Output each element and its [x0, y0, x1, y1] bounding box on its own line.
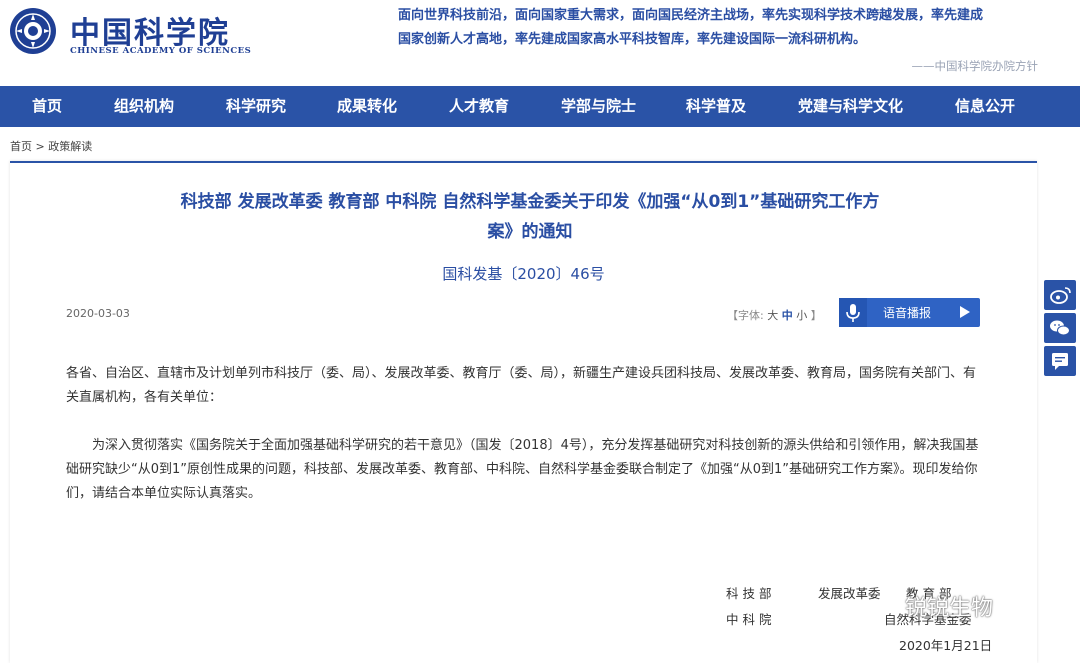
weibo-share-button[interactable] — [1044, 280, 1076, 310]
document-number: 国科发基〔2020〕46号 — [442, 265, 605, 283]
audio-broadcast-label: 语音播报 — [883, 306, 932, 320]
comment-button[interactable] — [1044, 346, 1076, 376]
nav-item-research[interactable]: 科学研究 — [226, 86, 286, 127]
article-panel: 科技部 发展改革委 教育部 中科院 自然科学基金委关于印发《加强“从0到1”基础… — [10, 161, 1037, 663]
motto-line-2: 国家创新人才高地，率先建成国家高水平科技智库，率先建设国际一流科研机构。 — [398, 32, 867, 47]
motto-source: ——中国科学院办院方针 — [911, 59, 1039, 73]
signature-ndrc: 发展改革委 — [818, 586, 881, 601]
font-size-suffix: 】 — [810, 309, 822, 322]
logo-english-text: CHINESE ACADEMY OF SCIENCES — [70, 46, 252, 56]
wechat-share-button[interactable] — [1044, 313, 1076, 343]
watermark-text: 锐锐生物 — [905, 596, 994, 621]
audio-broadcast-button[interactable]: 语音播报 — [839, 298, 980, 327]
nav-item-organization[interactable]: 组织机构 — [114, 86, 174, 127]
nav-item-academicians[interactable]: 学部与院士 — [561, 86, 636, 127]
breadcrumb-current[interactable]: 政策解读 — [48, 140, 92, 153]
font-size-large[interactable]: 大 — [767, 309, 778, 322]
motto-line-1: 面向世界科技前沿，面向国家重大需求，面向国民经济主战场，率先实现科学技术跨越发展… — [398, 8, 984, 23]
breadcrumb: 首页 > 政策解读 — [10, 138, 92, 154]
microphone-icon — [839, 298, 867, 327]
play-icon — [960, 306, 970, 318]
signature-most: 科 技 部 — [726, 586, 772, 601]
cas-logo[interactable]: 中国科学院 CHINESE ACADEMY OF SCIENCES — [8, 6, 251, 58]
comment-icon — [1052, 353, 1068, 370]
font-size-small[interactable]: 小 — [796, 309, 807, 322]
addressee-paragraph: 各省、自治区、直辖市及计划单列市科技厅（委、局）、发展改革委、教育厅（委、局），… — [66, 366, 977, 405]
nav-item-education[interactable]: 人才教育 — [449, 86, 509, 127]
signature-date: 2020年1月21日 — [899, 638, 993, 653]
breadcrumb-home[interactable]: 首页 — [10, 140, 32, 153]
body-paragraph: 为深入贯彻落实《国务院关于全面加强基础科学研究的若干意见》（国发〔2018〕4号… — [66, 438, 979, 501]
font-size-medium[interactable]: 中 — [782, 309, 793, 322]
nav-item-popular-science[interactable]: 科学普及 — [686, 86, 746, 127]
article-title: 科技部 发展改革委 教育部 中科院 自然科学基金委关于印发《加强“从0到1”基础… — [135, 187, 925, 247]
nav-item-home[interactable]: 首页 — [32, 86, 62, 127]
article-title-line-2: 案》的通知 — [487, 222, 573, 242]
weibo-icon — [1050, 287, 1071, 304]
font-size-prefix: 【字体: — [727, 309, 764, 322]
wechat-icon — [1050, 320, 1070, 336]
nav-item-party-culture[interactable]: 党建与科学文化 — [798, 86, 903, 127]
motto: 面向世界科技前沿，面向国家重大需求，面向国民经济主战场，率先实现科学技术跨越发展… — [398, 4, 1038, 52]
breadcrumb-separator: > — [35, 140, 45, 153]
nav-item-disclosure[interactable]: 信息公开 — [955, 86, 1015, 127]
font-size-selector: 【字体: 大 中 小 】 — [727, 307, 822, 323]
article-title-line-1: 科技部 发展改革委 教育部 中科院 自然科学基金委关于印发《加强“从0到1”基础… — [180, 192, 880, 212]
publish-date: 2020-03-03 — [66, 307, 130, 320]
cas-seal-icon — [10, 8, 56, 54]
nav-item-achievements[interactable]: 成果转化 — [337, 86, 397, 127]
site-header: 中国科学院 CHINESE ACADEMY OF SCIENCES 面向世界科技… — [0, 0, 1080, 86]
main-nav: 首页 组织机构 科学研究 成果转化 人才教育 学部与院士 科学普及 党建与科学文… — [0, 86, 1080, 127]
signature-cas: 中 科 院 — [726, 612, 772, 627]
